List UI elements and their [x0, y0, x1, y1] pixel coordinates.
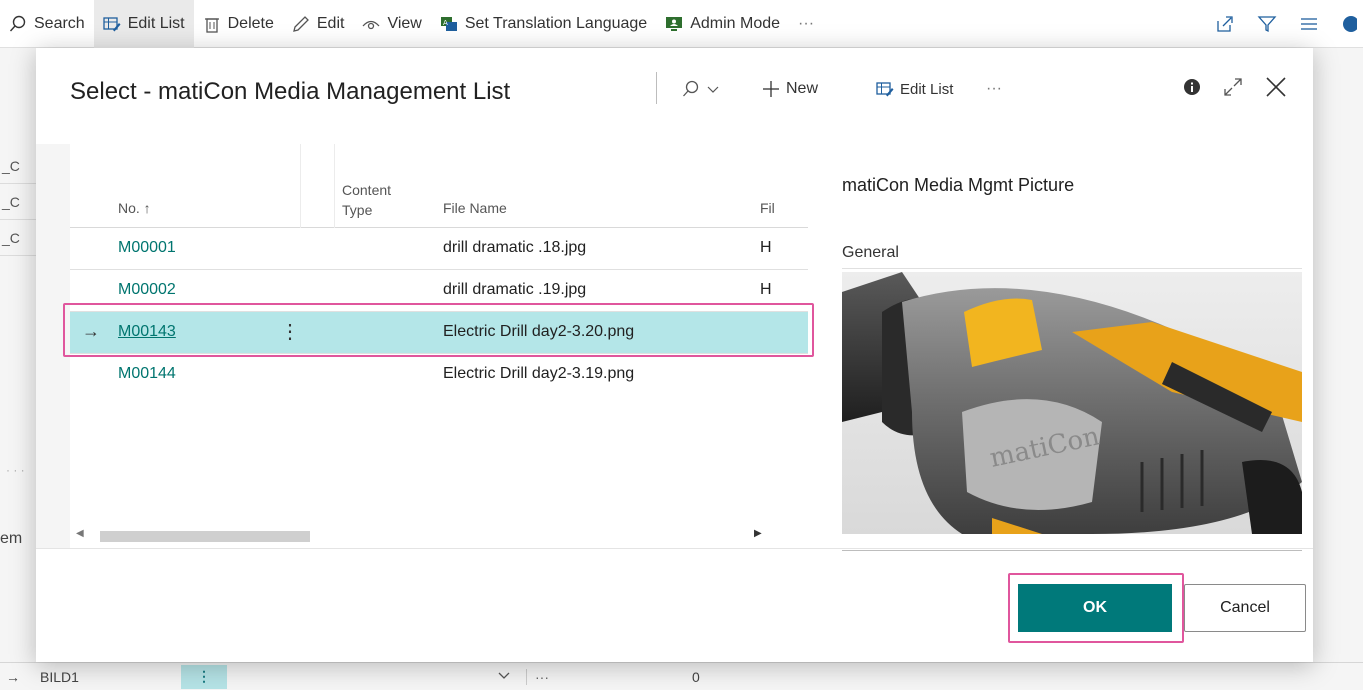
- table-row[interactable]: M00144 Electric Drill day2-3.19.png: [70, 354, 808, 396]
- bg-delete-label: Delete: [227, 14, 274, 32]
- row-fil: H: [760, 281, 772, 298]
- bg-set-translation-button[interactable]: A Set Translation Language: [431, 0, 656, 48]
- background-bottom-row: → BILD1 ⋮ ··· 0: [0, 662, 1363, 690]
- chevron-down-icon: [707, 86, 719, 93]
- bg-admin-mode-button[interactable]: Admin Mode: [656, 0, 789, 48]
- filter-icon[interactable]: [1257, 14, 1277, 34]
- bg-edit-list-label: Edit List: [127, 14, 185, 32]
- search-icon: [9, 15, 26, 31]
- row-file-name: drill dramatic .19.jpg: [443, 281, 587, 298]
- dialog-window-controls: [1183, 76, 1287, 98]
- ok-button-highlight: [1008, 573, 1184, 643]
- dialog-title: Select - matiCon Media Management List: [70, 78, 511, 105]
- scroll-right-arrow[interactable]: ▶: [754, 528, 762, 539]
- column-header-no[interactable]: No. ↑: [118, 200, 151, 216]
- bg-delete-button[interactable]: Delete: [194, 0, 283, 48]
- bg-left-row: _C: [0, 220, 36, 256]
- expand-icon[interactable]: [1223, 77, 1243, 97]
- search-icon: [683, 80, 699, 97]
- bg-row-code[interactable]: BILD1: [40, 669, 79, 685]
- table-row[interactable]: M00001 drill dramatic .18.jpg H: [70, 228, 808, 270]
- background-right-strip: [1313, 48, 1363, 662]
- background-left-column: _C _C _C · · · em: [0, 48, 36, 688]
- svg-text:A: A: [443, 19, 448, 27]
- share-icon[interactable]: [1215, 14, 1235, 34]
- bg-search-label: Search: [34, 14, 85, 32]
- trash-icon: [204, 17, 219, 33]
- dialog-edit-list-button[interactable]: Edit List: [876, 80, 953, 98]
- factbox-divider: [842, 268, 1302, 269]
- bg-left-bottom-label: em: [0, 530, 23, 547]
- bg-row-arrow: →: [6, 668, 20, 685]
- bg-edit-button[interactable]: Edit: [283, 0, 354, 48]
- row-no[interactable]: M00002: [118, 281, 176, 299]
- info-icon[interactable]: [1183, 78, 1201, 96]
- cancel-button[interactable]: Cancel: [1184, 584, 1306, 632]
- bg-left-row: _C: [0, 184, 36, 220]
- edit-list-icon: [876, 82, 894, 97]
- chevron-down-icon[interactable]: [496, 667, 512, 683]
- column-divider: [300, 144, 301, 228]
- info-icon[interactable]: [1341, 14, 1357, 34]
- column-header-file-name[interactable]: File Name: [443, 200, 507, 216]
- list-view-icon[interactable]: [1299, 14, 1319, 34]
- media-picture: matiCon: [842, 272, 1302, 534]
- bg-row-value: 0: [692, 668, 700, 685]
- bg-set-translation-label: Set Translation Language: [464, 14, 648, 32]
- row-file-name: drill dramatic .18.jpg: [443, 239, 587, 256]
- column-divider: [334, 144, 335, 228]
- horizontal-scrollbar[interactable]: ◀ ▶: [70, 528, 808, 544]
- dialog-more-button[interactable]: ···: [986, 80, 1002, 98]
- column-header-content-type-line1[interactable]: Content: [342, 182, 391, 198]
- row-no[interactable]: M00001: [118, 239, 176, 257]
- dialog-edit-list-label: Edit List: [900, 80, 954, 98]
- bg-toolbar-right-icons: [1215, 0, 1363, 48]
- bg-edit-list-button[interactable]: Edit List: [93, 0, 194, 48]
- drill-picture-image: matiCon: [842, 272, 1302, 534]
- bg-search-button[interactable]: Search: [0, 0, 94, 48]
- factbox-section-general[interactable]: General: [842, 244, 899, 262]
- dialog-search-button[interactable]: [682, 80, 720, 98]
- eye-icon: [362, 20, 380, 29]
- bg-view-label: View: [387, 14, 422, 32]
- dialog-header: Select - matiCon Media Management List N…: [36, 48, 1313, 144]
- bg-more-button[interactable]: ···: [789, 0, 823, 48]
- header-divider: [656, 72, 657, 104]
- background-toolbar: Search Edit List Delete Edit View A Set …: [0, 0, 1363, 48]
- lookup-dialog: Select - matiCon Media Management List N…: [36, 48, 1313, 662]
- factbox-title: matiCon Media Mgmt Picture: [842, 175, 1075, 195]
- list-header: No. ↑ Content Type File Name Fil: [70, 144, 808, 228]
- bg-admin-mode-label: Admin Mode: [690, 14, 781, 32]
- bg-left-row: _C: [0, 148, 36, 184]
- bg-edit-label: Edit: [316, 14, 345, 32]
- plus-icon: [763, 81, 779, 97]
- new-button[interactable]: New: [762, 80, 818, 98]
- bg-row-kebab[interactable]: ⋮: [181, 665, 227, 689]
- scroll-left-arrow[interactable]: ◀: [76, 528, 84, 539]
- pencil-icon: [292, 15, 309, 32]
- scrollbar-thumb[interactable]: [100, 531, 310, 542]
- close-icon[interactable]: [1265, 76, 1287, 98]
- bg-view-button[interactable]: View: [353, 0, 430, 48]
- footer-divider: [36, 548, 1313, 549]
- selected-row-highlight: [63, 303, 814, 357]
- bg-left-dots: · · ·: [6, 463, 25, 477]
- row-no[interactable]: M00144: [118, 365, 176, 383]
- bg-row-more[interactable]: ···: [526, 668, 549, 685]
- factbox-bottom-divider: [842, 550, 1302, 551]
- new-label: New: [786, 80, 819, 97]
- bg-more-label: ···: [798, 14, 815, 32]
- row-file-name: Electric Drill day2-3.19.png: [443, 365, 635, 382]
- admin-monitor-icon: [666, 16, 683, 31]
- translation-icon: A: [440, 16, 457, 31]
- column-header-content-type-line2[interactable]: Type: [342, 202, 372, 218]
- column-header-fil[interactable]: Fil: [760, 200, 775, 216]
- row-fil: H: [760, 239, 772, 256]
- edit-list-icon: [103, 16, 121, 31]
